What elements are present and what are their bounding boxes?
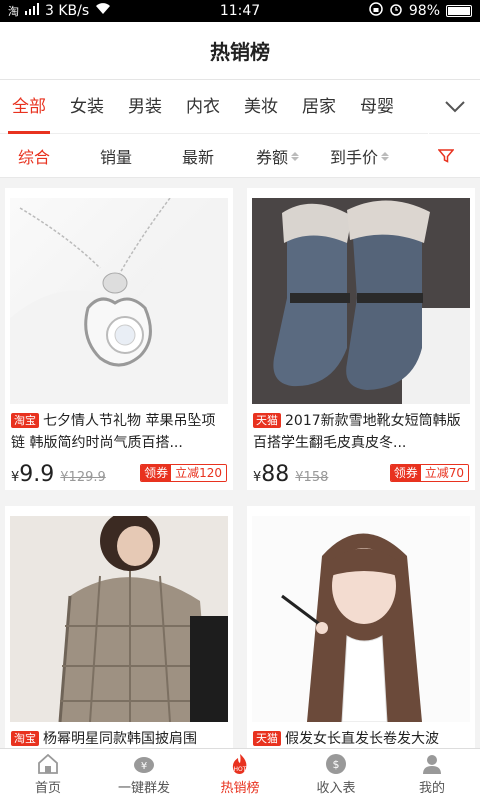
sort-sales-label: 销量 <box>100 148 133 167</box>
wifi-icon <box>95 3 111 19</box>
price-row: ¥ 88 ¥158 领券 立减70 <box>247 462 475 490</box>
category-tab-women[interactable]: 女装 <box>58 80 116 134</box>
network-speed: 3 KB/s <box>45 3 90 19</box>
page-title: 热销榜 <box>0 22 480 80</box>
category-list: 全部 女装 男装 内衣 美妆 居家 母婴 <box>0 80 428 134</box>
battery-icon <box>446 5 472 17</box>
category-tab-men[interactable]: 男装 <box>116 80 174 134</box>
taobao-notify-icon: 淘 <box>8 5 19 18</box>
sort-final-price-label: 到手价 <box>330 148 379 167</box>
product-title: 天猫 2017新款雪地靴女短筒韩版百搭学生翻毛皮真皮冬... <box>247 410 475 454</box>
alarm-icon <box>389 2 403 20</box>
product-card[interactable]: 天猫 2017新款雪地靴女短筒韩版百搭学生翻毛皮真皮冬... ¥ 88 ¥158 … <box>247 188 475 490</box>
product-image-necklace <box>10 198 228 404</box>
sort-sales[interactable]: 销量 <box>100 134 132 178</box>
product-title-text: 七夕情人节礼物 苹果吊坠项链 韩版简约时尚气质百搭... <box>11 413 216 451</box>
product-title-text: 假发女长直发长卷发大波 <box>285 731 439 747</box>
tab-income-label: 收入表 <box>316 781 356 796</box>
income-icon: $ <box>324 753 348 775</box>
tab-hot-list[interactable]: HOT 热销榜 <box>192 749 288 800</box>
category-tab-underwear[interactable]: 内衣 <box>174 80 232 134</box>
shop-tag: 天猫 <box>253 413 281 428</box>
svg-text:¥: ¥ <box>141 761 147 772</box>
sort-arrows-icon <box>381 151 390 161</box>
battery-percent: 98% <box>408 3 440 19</box>
product-grid: 淘宝 七夕情人节礼物 苹果吊坠项链 韩版简约时尚气质百搭... ¥ 9.9 ¥12… <box>0 188 480 748</box>
home-icon <box>36 753 60 775</box>
sort-composite-label: 综合 <box>18 148 51 167</box>
svg-text:$: $ <box>333 758 340 771</box>
currency-symbol: ¥ <box>11 470 20 485</box>
product-title: 淘宝 七夕情人节礼物 苹果吊坠项链 韩版简约时尚气质百搭... <box>5 410 233 454</box>
coupon-value: 立减120 <box>171 465 226 481</box>
category-expand-button[interactable] <box>428 80 480 134</box>
sort-newest-label: 最新 <box>182 148 215 167</box>
category-tab-beauty[interactable]: 美妆 <box>232 80 290 134</box>
filter-button[interactable] <box>438 134 454 178</box>
tab-home[interactable]: 首页 <box>0 749 96 800</box>
original-price: ¥129.9 <box>60 470 106 485</box>
product-price: 9.9 <box>19 462 55 487</box>
category-tab-all[interactable]: 全部 <box>0 80 58 134</box>
product-card[interactable]: 淘宝 七夕情人节礼物 苹果吊坠项链 韩版简约时尚气质百搭... ¥ 9.9 ¥12… <box>5 188 233 490</box>
tab-hot-list-label: 热销榜 <box>220 781 260 796</box>
original-price: ¥158 <box>295 470 329 485</box>
share-money-icon: ¥ <box>132 753 156 775</box>
product-card[interactable]: 淘宝 杨幂明星同款韩国披肩围 <box>5 506 233 748</box>
coupon-value: 立减70 <box>420 465 468 481</box>
lock-rotation-icon <box>369 2 383 20</box>
coupon-label: 领券 <box>390 465 421 481</box>
category-bar: 全部 女装 男装 内衣 美妆 居家 母婴 <box>0 80 480 134</box>
product-image-wig <box>252 516 470 722</box>
tab-mine-label: 我的 <box>418 781 445 796</box>
sort-arrows-icon <box>291 151 300 161</box>
tab-broadcast-label: 一键群发 <box>117 781 170 796</box>
shop-tag: 天猫 <box>253 731 281 746</box>
sort-coupon[interactable]: 券额 <box>256 134 300 178</box>
sort-final-price[interactable]: 到手价 <box>330 134 390 178</box>
bottom-tab-bar: 首页 ¥ 一键群发 HOT 热销榜 $ 收入表 我的 <box>0 748 480 800</box>
status-right: 98% <box>369 2 472 20</box>
shop-tag: 淘宝 <box>11 413 39 428</box>
hot-icon: HOT <box>228 753 252 775</box>
tab-home-label: 首页 <box>34 781 61 796</box>
status-left: 淘 3 KB/s <box>8 3 369 19</box>
chevron-down-icon <box>444 101 465 113</box>
product-image-boots <box>252 198 470 404</box>
product-price: 88 <box>261 462 290 487</box>
sort-newest[interactable]: 最新 <box>182 134 214 178</box>
product-card[interactable]: 天猫 假发女长直发长卷发大波 <box>247 506 475 748</box>
filter-icon <box>438 149 454 163</box>
sort-coupon-label: 券额 <box>256 148 289 167</box>
tab-income[interactable]: $ 收入表 <box>288 749 384 800</box>
currency-symbol: ¥ <box>253 470 262 485</box>
svg-text:HOT: HOT <box>234 766 247 773</box>
price-row: ¥ 9.9 ¥129.9 领券 立减120 <box>5 462 233 490</box>
user-icon <box>420 753 444 775</box>
signal-icon <box>25 3 39 19</box>
tab-broadcast[interactable]: ¥ 一键群发 <box>96 749 192 800</box>
coupon-label: 领券 <box>141 465 172 481</box>
coupon-badge[interactable]: 领券 立减120 <box>140 464 227 482</box>
shop-tag: 淘宝 <box>11 731 39 746</box>
product-title: 天猫 假发女长直发长卷发大波 <box>247 728 475 748</box>
sort-composite[interactable]: 综合 <box>18 134 50 178</box>
product-title: 淘宝 杨幂明星同款韩国披肩围 <box>5 728 233 748</box>
product-image-scarf <box>10 516 228 722</box>
tab-mine[interactable]: 我的 <box>384 749 480 800</box>
status-bar: 淘 3 KB/s 11:47 98% <box>0 0 480 22</box>
category-tab-home[interactable]: 居家 <box>290 80 348 134</box>
category-tab-baby[interactable]: 母婴 <box>348 80 406 134</box>
sort-bar: 综合 销量 最新 券额 到手价 <box>0 134 480 178</box>
product-title-text: 杨幂明星同款韩国披肩围 <box>43 731 197 747</box>
coupon-badge[interactable]: 领券 立减70 <box>389 464 469 482</box>
product-title-text: 2017新款雪地靴女短筒韩版百搭学生翻毛皮真皮冬... <box>253 413 461 451</box>
